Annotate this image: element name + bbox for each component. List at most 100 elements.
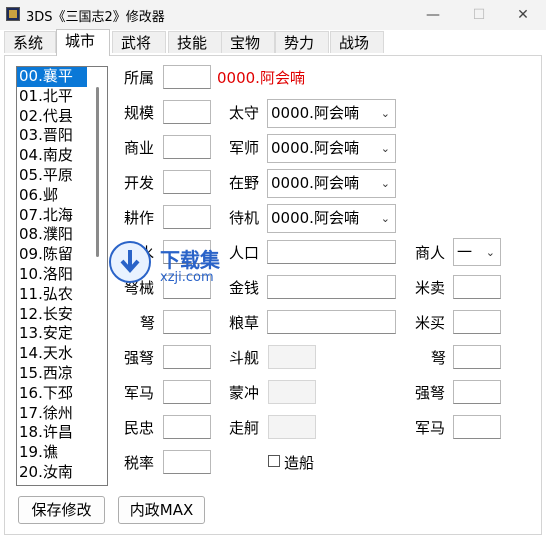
- app-icon: [6, 7, 20, 21]
- assault-ship-label: 蒙冲: [229, 384, 260, 402]
- crossbow-price-field[interactable]: [453, 345, 501, 369]
- warhorse-price-field[interactable]: [453, 415, 501, 439]
- chevron-down-icon: ⌄: [380, 212, 390, 225]
- merchant-combo[interactable]: 一 ⌄: [453, 238, 501, 266]
- list-item[interactable]: 03.晋阳: [17, 126, 107, 146]
- title-bar: 3DS《三国志2》修改器 — ☐ ✕: [0, 0, 546, 30]
- list-item[interactable]: 17.徐州: [17, 404, 107, 424]
- governor-combo[interactable]: 0000.阿会喃 ⌄: [267, 99, 396, 128]
- tab-system[interactable]: 系统: [4, 31, 56, 53]
- close-button[interactable]: ✕: [500, 0, 546, 30]
- watermark-url: xzji.com: [160, 270, 214, 285]
- list-item[interactable]: 12.长安: [17, 305, 107, 325]
- shipbuilding-label: 造船: [284, 454, 315, 472]
- strong-crossbow-label: 强弩: [124, 349, 155, 367]
- list-item[interactable]: 02.代县: [17, 107, 107, 127]
- crossbow-price-label: 弩: [431, 349, 447, 367]
- list-item[interactable]: 06.邺: [17, 186, 107, 206]
- advisor-label: 军师: [229, 139, 260, 157]
- main-window: 3DS《三国志2》修改器 — ☐ ✕ 系统 城市 武将 技能 宝物 势力 战场 …: [0, 0, 546, 541]
- commerce-field[interactable]: [163, 135, 211, 159]
- strong-crossbow-price-field[interactable]: [453, 380, 501, 404]
- owner-label: 所属: [124, 69, 155, 87]
- population-field[interactable]: [267, 240, 396, 264]
- in-wild-label: 在野: [229, 174, 260, 192]
- minimize-button[interactable]: —: [410, 0, 456, 30]
- development-field[interactable]: [163, 170, 211, 194]
- list-item[interactable]: 00.襄平: [17, 67, 87, 87]
- battleship-label: 斗舰: [229, 349, 260, 367]
- tab-battlefield[interactable]: 战场: [330, 31, 384, 53]
- city-listbox[interactable]: 00.襄平 01.北平 02.代县 03.晋阳 04.南皮 05.平原 06.邺…: [16, 66, 108, 486]
- list-item[interactable]: 11.弘农: [17, 285, 107, 305]
- list-item[interactable]: 20.汝南: [17, 463, 107, 483]
- tab-generals[interactable]: 武将: [112, 31, 166, 53]
- owner-value: 0000.阿会喃: [217, 69, 305, 87]
- list-item[interactable]: 08.濮阳: [17, 225, 107, 245]
- scale-field[interactable]: [163, 100, 211, 124]
- chevron-down-icon: ⌄: [380, 177, 390, 190]
- tax-rate-field[interactable]: [163, 450, 211, 474]
- list-item[interactable]: 05.平原: [17, 166, 107, 186]
- tab-city[interactable]: 城市: [56, 29, 110, 56]
- commerce-label: 商业: [124, 139, 155, 157]
- advisor-combo[interactable]: 0000.阿会喃 ⌄: [267, 134, 396, 163]
- in-wild-value: 0000.阿会喃: [271, 174, 359, 192]
- chevron-down-icon: ⌄: [380, 107, 390, 120]
- rice-buy-field[interactable]: [453, 310, 501, 334]
- rice-sell-label: 米卖: [415, 279, 446, 297]
- save-button[interactable]: 保存修改: [18, 496, 105, 524]
- list-item[interactable]: 13.安定: [17, 324, 107, 344]
- gold-field[interactable]: [267, 275, 396, 299]
- rice-sell-field[interactable]: [453, 275, 501, 299]
- fast-boat-label: 走舸: [229, 419, 260, 437]
- governor-value: 0000.阿会喃: [271, 104, 359, 122]
- standby-value: 0000.阿会喃: [271, 209, 359, 227]
- download-logo-icon: [109, 241, 151, 283]
- domestic-max-button[interactable]: 内政MAX: [118, 496, 205, 524]
- scale-label: 规模: [124, 104, 155, 122]
- list-item[interactable]: 09.陈留: [17, 245, 107, 265]
- warhorse-price-label: 军马: [415, 419, 446, 437]
- owner-field[interactable]: [163, 65, 211, 89]
- governor-label: 太守: [229, 104, 260, 122]
- shipbuilding-checkbox[interactable]: [268, 455, 280, 467]
- advisor-value: 0000.阿会喃: [271, 139, 359, 157]
- crossbow-field[interactable]: [163, 310, 211, 334]
- farming-label: 耕作: [124, 209, 155, 227]
- window-title: 3DS《三国志2》修改器: [26, 10, 165, 25]
- strong-crossbow-price-label: 强弩: [415, 384, 446, 402]
- tab-treasures[interactable]: 宝物: [221, 31, 275, 53]
- chevron-down-icon: ⌄: [485, 246, 495, 259]
- merchant-value: 一: [457, 243, 473, 261]
- tax-rate-label: 税率: [124, 454, 155, 472]
- list-item[interactable]: 10.洛阳: [17, 265, 107, 285]
- list-item[interactable]: 16.下邳: [17, 384, 107, 404]
- strong-crossbow-field[interactable]: [163, 345, 211, 369]
- list-item[interactable]: 19.谯: [17, 443, 107, 463]
- merchant-label: 商人: [415, 244, 446, 262]
- tab-skills[interactable]: 技能: [168, 31, 222, 53]
- crossbow-label: 弩: [140, 314, 156, 332]
- list-item[interactable]: 04.南皮: [17, 146, 107, 166]
- list-item[interactable]: 01.北平: [17, 87, 107, 107]
- standby-label: 待机: [229, 209, 260, 227]
- list-item[interactable]: 07.北海: [17, 206, 107, 226]
- watermark: 下载集 xzji.com: [108, 240, 248, 290]
- list-item[interactable]: 14.天水: [17, 344, 107, 364]
- farming-field[interactable]: [163, 205, 211, 229]
- list-item[interactable]: 15.西凉: [17, 364, 107, 384]
- list-scrollbar[interactable]: [96, 87, 99, 257]
- rice-buy-label: 米买: [415, 314, 446, 332]
- loyalty-label: 民忠: [124, 419, 155, 437]
- warhorse-field[interactable]: [163, 380, 211, 404]
- loyalty-field[interactable]: [163, 415, 211, 439]
- food-field[interactable]: [267, 310, 396, 334]
- fast-boat-field: [268, 415, 316, 439]
- standby-combo[interactable]: 0000.阿会喃 ⌄: [267, 204, 396, 233]
- maximize-button[interactable]: ☐: [456, 0, 502, 30]
- list-item[interactable]: 18.许昌: [17, 423, 107, 443]
- tab-forces[interactable]: 势力: [275, 31, 329, 53]
- in-wild-combo[interactable]: 0000.阿会喃 ⌄: [267, 169, 396, 198]
- food-label: 粮草: [229, 314, 260, 332]
